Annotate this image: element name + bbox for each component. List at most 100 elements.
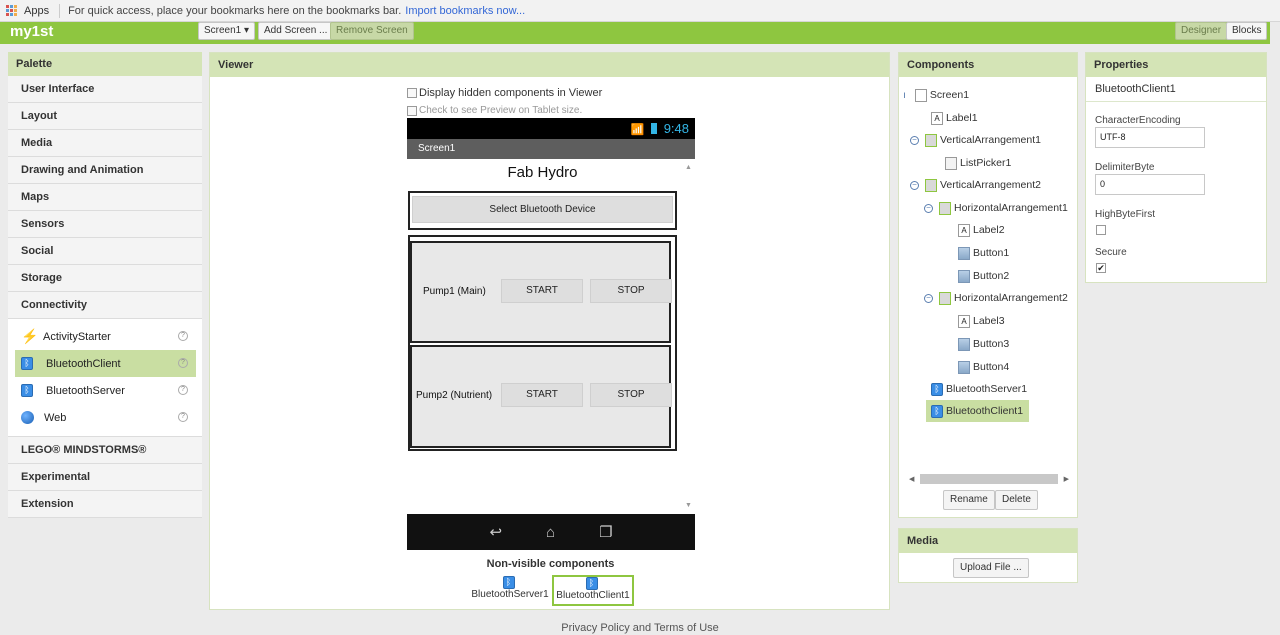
tree-item-label: VerticalArrangement2 (940, 179, 1041, 191)
display-hidden-checkbox[interactable] (407, 88, 417, 98)
character-encoding-input[interactable]: UTF-8 (1095, 127, 1205, 148)
tree-item-label: Screen1 (929, 89, 970, 101)
bookmarks-bar: Apps For quick access, place your bookma… (0, 0, 1280, 22)
add-screen-button[interactable]: Add Screen ... (258, 22, 334, 40)
palette-item-bluetoothserver[interactable]: ᛒ BluetoothServer ? (15, 377, 196, 404)
help-icon[interactable]: ? (178, 412, 188, 422)
tree-item-label1[interactable]: A Label1 (931, 109, 978, 127)
nonvisible-bluetoothclient[interactable]: ᛒ BluetoothClient1 (552, 575, 634, 606)
pump2-stop-button[interactable]: STOP (590, 383, 672, 407)
palette-category-experimental[interactable]: Experimental (8, 464, 202, 491)
tree-item-label: Button2 (973, 270, 1010, 282)
secure-checkbox[interactable]: ✔ (1096, 263, 1106, 273)
tree-item-verticalarrangement1[interactable]: − VerticalArrangement1 (910, 131, 1041, 149)
tablet-preview-checkbox[interactable] (407, 105, 417, 116)
tree-item-label: BluetoothClient1 (946, 405, 1024, 417)
phone-scrollbar[interactable]: ▲ ▼ (682, 159, 695, 514)
blocks-button[interactable]: Blocks (1226, 22, 1268, 40)
palette-category-media[interactable]: Media (8, 130, 202, 157)
privacy-footer-link[interactable]: Privacy Policy and Terms of Use (0, 622, 1280, 634)
tree-item-horizontalarrangement2[interactable]: − HorizontalArrangement2 (924, 289, 1068, 307)
palette-category-sensors[interactable]: Sensors (8, 211, 202, 238)
apps-grid-icon[interactable] (6, 4, 18, 17)
tree-item-verticalarrangement2[interactable]: − VerticalArrangement2 (910, 176, 1041, 194)
viewer-panel: Viewer Display hidden components in View… (209, 52, 890, 610)
scroll-thumb[interactable] (920, 474, 1058, 484)
character-encoding-label: CharacterEncoding (1095, 115, 1181, 126)
upload-file-button[interactable]: Upload File ... (953, 558, 1029, 578)
tree-item-label: Label2 (973, 224, 1005, 236)
screen-select-dropdown[interactable]: Screen1 ▾ (198, 22, 256, 40)
components-header: Components (899, 53, 1077, 77)
palette-item-label: BluetoothServer (46, 384, 125, 397)
tree-item-label: HorizontalArrangement1 (954, 202, 1068, 214)
collapse-toggle-icon[interactable]: − (910, 135, 919, 145)
top-toolbar: my1st Screen1 ▾ Add Screen ... Remove Sc… (0, 22, 1270, 44)
delimiter-byte-input[interactable]: 0 (1095, 174, 1205, 195)
pump1-label[interactable]: Pump1 (Main) (423, 286, 486, 297)
help-icon[interactable]: ? (178, 385, 188, 395)
designer-button[interactable]: Designer (1175, 22, 1228, 40)
label-icon: A (958, 223, 970, 237)
pump1-stop-button[interactable]: STOP (590, 279, 672, 303)
project-title: my1st (10, 23, 54, 40)
tree-item-screen1[interactable]: ı Screen1 (903, 86, 969, 104)
scroll-left-icon[interactable]: ◀ (909, 475, 914, 483)
screen-icon (914, 88, 927, 102)
collapse-toggle-icon[interactable]: − (924, 203, 933, 213)
palette-category-social[interactable]: Social (8, 238, 202, 265)
collapse-toggle-icon[interactable]: − (910, 180, 919, 190)
tree-item-label2[interactable]: A Label2 (958, 221, 1005, 239)
app-heading-label[interactable]: Fab Hydro (407, 164, 678, 181)
pump2-start-button[interactable]: START (501, 383, 583, 407)
import-bookmarks-link[interactable]: Import bookmarks now... (405, 5, 525, 17)
palette-category-layout[interactable]: Layout (8, 103, 202, 130)
phone-nav-bar: ↩ ⌂ ❐ (407, 514, 695, 550)
select-bluetooth-listpicker[interactable]: Select Bluetooth Device (412, 196, 673, 223)
scroll-right-icon[interactable]: ▶ (1064, 475, 1069, 483)
phone-title-bar: Screen1 (407, 139, 695, 159)
palette-category-lego[interactable]: LEGO® MINDSTORMS® (8, 437, 202, 464)
properties-header: Properties (1086, 53, 1266, 77)
tree-item-button2[interactable]: Button2 (958, 267, 1009, 285)
bluetooth-icon: ᛒ (502, 576, 515, 589)
remove-screen-button[interactable]: Remove Screen (330, 22, 414, 40)
tree-item-horizontalarrangement1[interactable]: − HorizontalArrangement1 (924, 199, 1068, 217)
palette-category-connectivity[interactable]: Connectivity (8, 292, 202, 319)
apps-link[interactable]: Apps (24, 5, 49, 17)
nonvisible-bluetoothserver[interactable]: ᛒ BluetoothServer1 (469, 575, 551, 600)
palette-item-bluetoothclient[interactable]: ᛒ BluetoothClient ? (15, 350, 196, 377)
high-byte-first-checkbox[interactable] (1096, 225, 1106, 235)
palette-category-extension[interactable]: Extension (8, 491, 202, 518)
palette-category-maps[interactable]: Maps (8, 184, 202, 211)
rename-button[interactable]: Rename (943, 490, 995, 510)
tree-item-button3[interactable]: Button3 (958, 335, 1009, 353)
tree-item-label3[interactable]: A Label3 (958, 312, 1005, 330)
horizontal-arrangement-1[interactable]: Pump1 (Main) START STOP (410, 241, 672, 343)
pump2-label[interactable]: Pump2 (Nutrient) (416, 390, 492, 401)
tree-item-bluetoothclient1[interactable]: ᛒ BluetoothClient1 (926, 400, 1030, 422)
battery-icon (651, 123, 658, 134)
label-icon: A (931, 111, 943, 125)
media-header: Media (899, 529, 1077, 553)
palette-category-drawing[interactable]: Drawing and Animation (8, 157, 202, 184)
pump1-start-button[interactable]: START (501, 279, 583, 303)
palette-category-storage[interactable]: Storage (8, 265, 202, 292)
tree-item-button4[interactable]: Button4 (958, 358, 1009, 376)
label-icon: A (958, 314, 970, 328)
components-hscrollbar[interactable]: ◀ ▶ (909, 473, 1069, 485)
button-icon (958, 269, 970, 283)
palette-item-activitystarter[interactable]: ⚡ ActivityStarter ? (15, 323, 196, 350)
tree-item-listpicker1[interactable]: ListPicker1 (945, 154, 1011, 172)
vertical-arrangement-2-bottom (408, 447, 677, 451)
delete-button[interactable]: Delete (995, 490, 1038, 510)
horizontal-arrangement-2[interactable]: Pump2 (Nutrient) START STOP (410, 345, 672, 448)
help-icon[interactable]: ? (178, 331, 188, 341)
help-icon[interactable]: ? (178, 358, 188, 368)
collapse-toggle-icon[interactable]: − (924, 293, 933, 303)
palette-category-user-interface[interactable]: User Interface (8, 76, 202, 103)
palette-item-web[interactable]: Web ? (15, 404, 196, 431)
vertical-arrangement-1[interactable]: Select Bluetooth Device (408, 191, 677, 230)
tree-item-bluetoothserver1[interactable]: ᛒ BluetoothServer1 (931, 380, 1027, 398)
tree-item-button1[interactable]: Button1 (958, 244, 1009, 262)
